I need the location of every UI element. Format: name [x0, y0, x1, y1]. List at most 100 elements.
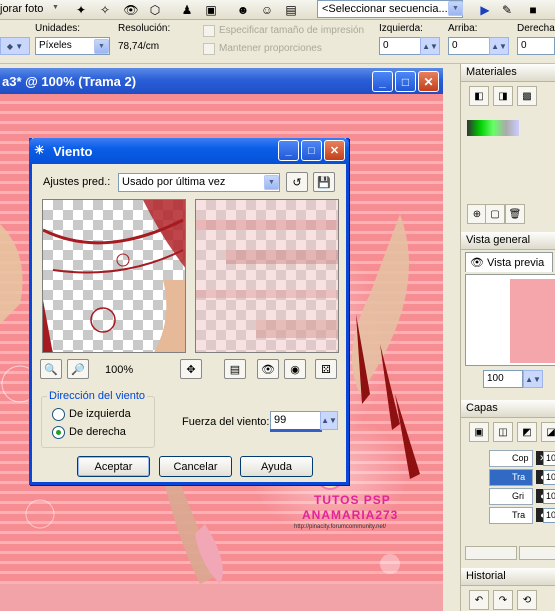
enhance-photo-menu[interactable]: jorar foto — [0, 3, 43, 15]
person-icon[interactable]: ♟ — [178, 1, 196, 19]
new-adjust-layer-icon[interactable]: ◩ — [517, 422, 537, 442]
specify-size-label: Especificar tamaño de impresión — [219, 25, 365, 36]
image-icon[interactable]: ▣ — [202, 1, 220, 19]
reset-preset-icon[interactable]: ↺ — [286, 172, 308, 192]
top-input[interactable]: 0 — [448, 37, 490, 55]
layer-row-4[interactable]: Tra — [489, 507, 533, 524]
zoom-level: 100% — [105, 364, 134, 376]
color-picker-icon[interactable]: ◧ — [469, 86, 489, 106]
result-preview[interactable] — [195, 199, 339, 353]
save-preset-icon[interactable]: 💾 — [313, 172, 335, 192]
pattern-swatch-icon[interactable]: ▩ — [517, 86, 537, 106]
copy-material-icon[interactable]: ▢ — [485, 204, 505, 224]
overview-zoom-spinner-icon[interactable]: ▲▼ — [523, 370, 543, 388]
direction-left-radio[interactable] — [52, 408, 65, 421]
strength-spinner-icon[interactable]: ▲▼ — [320, 411, 338, 430]
photo-icon[interactable]: ▤ — [282, 1, 300, 19]
materials-panel-header[interactable]: Materiales — [461, 64, 555, 82]
script-select[interactable]: <Seleccionar secuencia... — [317, 0, 463, 18]
layers-scrollbar-right[interactable] — [519, 546, 555, 560]
presets-select[interactable]: Usado por última vez — [118, 173, 280, 192]
crosshair-icon[interactable]: ⊕ — [467, 204, 487, 224]
eye-icon[interactable]: 👁 — [122, 1, 140, 19]
close-icon[interactable]: ✕ — [418, 71, 439, 92]
direction-left-label: De izquierda — [69, 408, 131, 420]
new-raster-layer-icon[interactable]: ▣ — [469, 422, 489, 442]
sparkle-tool-icon[interactable]: ✦ — [72, 1, 90, 19]
face-2-icon[interactable]: ☺ — [258, 1, 276, 19]
play-icon[interactable]: ▶ — [476, 1, 494, 19]
script-select-arrow-icon[interactable]: ▼ — [448, 1, 463, 16]
layer-row-1[interactable]: Cop — [489, 450, 533, 467]
right-input[interactable]: 0 — [517, 37, 555, 55]
layer-name: Cop — [512, 453, 529, 463]
layer-opacity[interactable]: 100 — [543, 451, 555, 466]
randomize-icon[interactable]: ⚄ — [315, 359, 337, 379]
overview-zoom-input[interactable]: 100 — [483, 370, 523, 388]
wind-dialog: ☀ Viento _ □ ✕ Ajustes pred.: Usado por … — [29, 138, 349, 485]
dialog-close-icon[interactable]: ✕ — [324, 140, 345, 161]
face-icon[interactable]: ☻ — [234, 1, 252, 19]
layer-opacity[interactable]: 100 — [543, 508, 555, 523]
layer-row-2[interactable]: Tra — [489, 469, 533, 486]
material-swatch-strip[interactable] — [467, 120, 519, 136]
strength-slider[interactable] — [270, 429, 322, 432]
gradient-swatch-icon[interactable]: ◨ — [493, 86, 513, 106]
layer-opacity-value: 100 — [546, 491, 555, 501]
layer-opacity[interactable]: 100 — [543, 470, 555, 485]
top-input-value: 0 — [452, 40, 458, 51]
overview-thumbnail[interactable] — [465, 274, 555, 366]
maximize-icon[interactable]: □ — [395, 71, 416, 92]
cube-icon[interactable]: ⬡ — [146, 1, 164, 19]
overview-panel-header[interactable]: Vista general — [461, 232, 555, 250]
keep-proportions-checkbox[interactable] — [203, 43, 215, 55]
help-button[interactable]: Ayuda — [240, 456, 313, 477]
pan-icon[interactable]: ✥ — [180, 359, 202, 379]
strength-input[interactable]: 99 — [270, 411, 322, 430]
layer-mask-icon[interactable]: ◪ — [541, 422, 555, 442]
sparkle-tool-2-icon[interactable]: ✧ — [96, 1, 114, 19]
zoom-in-icon[interactable]: 🔎 — [67, 359, 89, 379]
options-bar: ◆ ▼ Unidades: Píxeles ▼ Resolución: 78,7… — [0, 20, 555, 64]
menu-dropdown-arrow-icon[interactable]: ▼ — [52, 4, 59, 11]
history-panel-header[interactable]: Historial — [461, 568, 555, 586]
new-vector-layer-icon[interactable]: ◫ — [493, 422, 513, 442]
direction-right-radio[interactable] — [52, 426, 65, 439]
script-select-value: <Seleccionar secuencia... — [322, 3, 448, 15]
document-title: a3* @ 100% (Trama 2) — [2, 74, 137, 89]
undo-icon[interactable]: ↶ — [469, 590, 489, 610]
specify-size-checkbox[interactable] — [203, 25, 215, 37]
units-dropdown-icon[interactable]: ▼ — [94, 39, 109, 54]
top-spinner-icon[interactable]: ▲▼ — [489, 37, 509, 55]
left-input[interactable]: 0 — [379, 37, 421, 55]
watermark-line2: ANAMARIA273 — [302, 508, 399, 522]
preview-tab[interactable]: 👁 Vista previa — [465, 252, 553, 272]
units-label: Unidades: — [35, 23, 81, 34]
auto-proof-icon[interactable]: ◉ — [284, 359, 306, 379]
layers-scrollbar[interactable] — [465, 546, 517, 560]
presets-dropdown-icon[interactable]: ▼ — [264, 175, 279, 190]
dialog-titlebar[interactable]: ☀ Viento _ □ ✕ — [29, 138, 349, 164]
layers-panel-header[interactable]: Capas — [461, 400, 555, 418]
minimize-icon[interactable]: _ — [372, 71, 393, 92]
preview-on-image-icon[interactable]: 👁 — [257, 359, 279, 379]
dialog-maximize-icon[interactable]: □ — [301, 140, 322, 161]
dialog-minimize-icon[interactable]: _ — [278, 140, 299, 161]
left-input-value: 0 — [383, 40, 389, 51]
cancel-button[interactable]: Cancelar — [159, 456, 232, 477]
stop-script-icon[interactable]: ■ — [524, 1, 542, 19]
layer-opacity[interactable]: 100 — [543, 489, 555, 504]
layer-row-3[interactable]: Gri — [489, 488, 533, 505]
document-titlebar[interactable]: a3* @ 100% (Trama 2) _ □ ✕ — [0, 68, 443, 94]
edit-script-icon[interactable]: ✎ — [498, 1, 516, 19]
toggle-preview-icon[interactable]: ▤ — [224, 359, 246, 379]
ok-button[interactable]: Aceptar — [77, 456, 150, 477]
left-spinner-icon[interactable]: ▲▼ — [420, 37, 440, 55]
original-preview[interactable] — [42, 199, 186, 353]
canvas-bottom-band — [0, 584, 443, 611]
zoom-out-icon[interactable]: 🔍 — [40, 359, 62, 379]
history-clear-icon[interactable]: ⟲ — [517, 590, 537, 610]
options-spinner-icon[interactable]: ◆ ▼ — [0, 37, 30, 55]
redo-icon[interactable]: ↷ — [493, 590, 513, 610]
delete-material-icon[interactable]: 🗑 — [505, 204, 525, 224]
